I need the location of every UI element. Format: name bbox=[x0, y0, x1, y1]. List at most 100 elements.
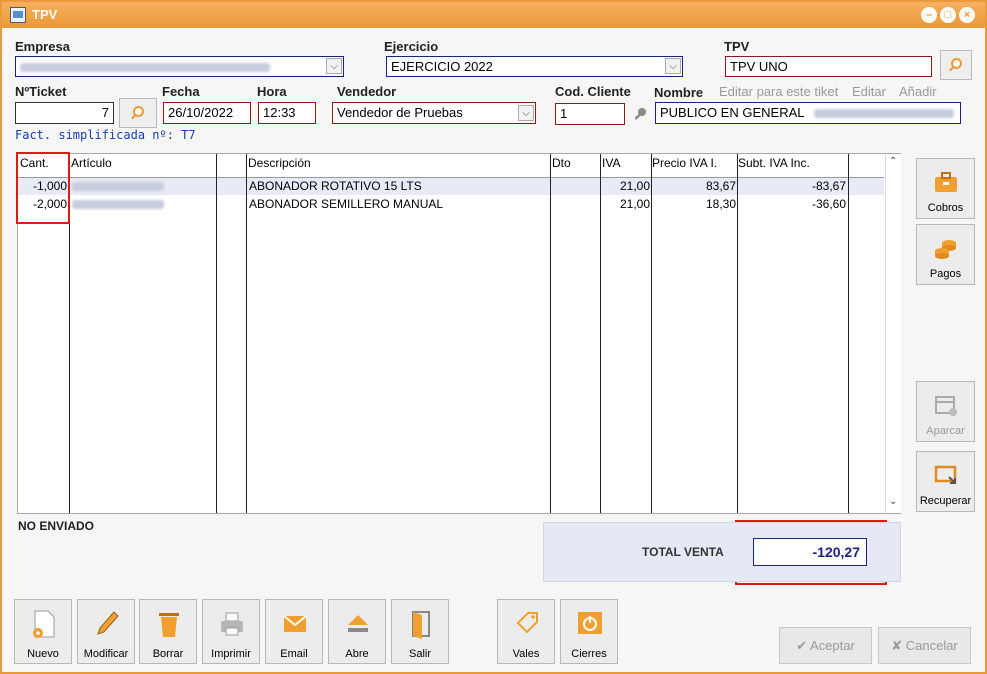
cierres-label: Cierres bbox=[571, 648, 607, 660]
title-bar: TPV – □ × bbox=[2, 2, 985, 28]
modificar-button[interactable]: Modificar bbox=[77, 599, 135, 664]
col-iva-header[interactable]: IVA bbox=[602, 156, 620, 170]
power-icon bbox=[578, 612, 602, 634]
abre-button[interactable]: Abre bbox=[328, 599, 386, 664]
cell-precio: 18,30 bbox=[705, 197, 736, 211]
cell-subtotal: -36,60 bbox=[811, 197, 846, 211]
nticket-field[interactable]: 7 bbox=[15, 102, 114, 124]
vales-label: Vales bbox=[512, 648, 540, 660]
anadir-link[interactable]: Añadir bbox=[899, 84, 937, 99]
editar-link[interactable]: Editar bbox=[852, 84, 886, 99]
trash-icon bbox=[159, 613, 179, 637]
imprimir-label: Imprimir bbox=[211, 648, 251, 660]
new-document-icon bbox=[33, 610, 55, 638]
tpv-search-button[interactable] bbox=[940, 50, 972, 80]
nombre-extra-redacted bbox=[813, 109, 954, 119]
vendedor-value: Vendedor de Pruebas bbox=[337, 105, 463, 120]
close-button[interactable]: × bbox=[959, 7, 975, 23]
salir-button[interactable]: Salir bbox=[391, 599, 449, 664]
cell-iva: 21,00 bbox=[619, 197, 650, 211]
vendedor-select[interactable]: Vendedor de Pruebas ⌵ bbox=[332, 102, 536, 124]
maximize-button[interactable]: □ bbox=[940, 7, 956, 23]
aparcar-label: Aparcar bbox=[926, 425, 965, 437]
printer-icon bbox=[221, 612, 243, 636]
key-icon[interactable] bbox=[632, 107, 648, 123]
recuperar-button[interactable]: Recuperar bbox=[916, 451, 975, 512]
ejercicio-select[interactable]: EJERCICIO 2022 ⌵ bbox=[386, 56, 683, 77]
aceptar-button[interactable]: ✔ Aceptar bbox=[779, 627, 872, 664]
nombre-label: Nombre bbox=[654, 85, 704, 100]
cell-articulo-redacted bbox=[72, 197, 164, 211]
email-button[interactable]: Email bbox=[265, 599, 323, 664]
cell-articulo-redacted bbox=[72, 179, 164, 193]
ticket-search-button[interactable] bbox=[119, 98, 157, 128]
restore-window-icon bbox=[934, 465, 957, 484]
grid-scrollbar[interactable]: ⌃ ⌄ bbox=[885, 154, 901, 513]
col-divider bbox=[550, 154, 551, 513]
chevron-down-icon[interactable]: ⌵ bbox=[518, 105, 534, 121]
nombre-field[interactable]: PUBLICO EN GENERAL bbox=[655, 102, 961, 124]
codcliente-field[interactable]: 1 bbox=[555, 103, 625, 125]
total-venta-value: -120,27 bbox=[753, 538, 867, 566]
cobros-button[interactable]: Cobros bbox=[916, 158, 975, 219]
cancelar-button[interactable]: ✘ Cancelar bbox=[878, 627, 971, 664]
col-articulo-header[interactable]: Artículo bbox=[71, 156, 112, 170]
empresa-label: Empresa bbox=[15, 39, 70, 54]
table-row[interactable]: -2,000 ABONADOR SEMILLERO MANUAL 21,00 1… bbox=[18, 196, 884, 213]
chevron-down-icon[interactable]: ⌄ bbox=[889, 496, 897, 507]
tpv-field[interactable]: TPV UNO bbox=[725, 56, 932, 77]
chevron-up-icon[interactable]: ⌃ bbox=[889, 156, 897, 167]
ejercicio-label: Ejercicio bbox=[384, 39, 439, 54]
app-icon bbox=[10, 7, 26, 23]
imprimir-button[interactable]: Imprimir bbox=[202, 599, 260, 664]
tpv-label: TPV bbox=[724, 39, 750, 54]
ejercicio-value: EJERCICIO 2022 bbox=[391, 59, 493, 74]
hora-label: Hora bbox=[257, 84, 287, 99]
recuperar-label: Recuperar bbox=[919, 495, 972, 507]
cierres-button[interactable]: Cierres bbox=[560, 599, 618, 664]
cant-highlight-box bbox=[16, 152, 70, 224]
col-divider bbox=[737, 154, 738, 513]
editar-ticket-link[interactable]: Editar para este tiket bbox=[719, 84, 838, 99]
nombre-value: PUBLICO EN GENERAL bbox=[660, 105, 805, 120]
tag-icon bbox=[516, 612, 538, 634]
table-row[interactable]: -1,000 ABONADOR ROTATIVO 15 LTS 21,00 83… bbox=[18, 178, 884, 195]
aceptar-label: Aceptar bbox=[809, 638, 855, 653]
empresa-select[interactable]: ⌵ bbox=[15, 56, 344, 77]
pagos-label: Pagos bbox=[929, 268, 962, 280]
col-divider bbox=[651, 154, 652, 513]
nuevo-button[interactable]: Nuevo bbox=[14, 599, 72, 664]
pencil-icon bbox=[97, 611, 119, 635]
minimize-button[interactable]: – bbox=[921, 7, 937, 23]
col-precio-header[interactable]: Precio IVA I. bbox=[652, 156, 717, 170]
abre-label: Abre bbox=[345, 648, 369, 660]
fact-simplificada-label: Fact. simplificada nº: T7 bbox=[15, 128, 196, 142]
col-divider bbox=[848, 154, 849, 513]
nticket-label: NºTicket bbox=[15, 84, 67, 99]
vales-button[interactable]: Vales bbox=[497, 599, 555, 664]
cobros-label: Cobros bbox=[927, 202, 964, 214]
chevron-down-icon[interactable]: ⌵ bbox=[326, 58, 342, 74]
total-venta-label: TOTAL VENTA bbox=[642, 545, 724, 559]
col-divider bbox=[216, 154, 217, 513]
col-descripcion-header[interactable]: Descripción bbox=[248, 156, 311, 170]
briefcase-icon bbox=[935, 172, 957, 192]
fecha-field[interactable]: 26/10/2022 bbox=[163, 102, 251, 124]
cell-iva: 21,00 bbox=[619, 179, 650, 193]
col-dto-header[interactable]: Dto bbox=[552, 156, 571, 170]
pagos-button[interactable]: Pagos bbox=[916, 224, 975, 285]
hora-field[interactable]: 12:33 bbox=[258, 102, 316, 124]
borrar-button[interactable]: Borrar bbox=[139, 599, 197, 664]
col-subtotal-header[interactable]: Subt. IVA Inc. bbox=[738, 156, 810, 170]
eject-icon bbox=[348, 615, 368, 632]
nuevo-label: Nuevo bbox=[27, 648, 59, 660]
salir-label: Salir bbox=[408, 648, 431, 660]
cell-subtotal: -83,67 bbox=[811, 179, 846, 193]
coins-icon bbox=[935, 240, 956, 259]
envelope-icon bbox=[283, 615, 307, 632]
codcliente-label: Cod. Cliente bbox=[555, 84, 631, 99]
status-text: NO ENVIADO bbox=[18, 519, 95, 533]
chevron-down-icon[interactable]: ⌵ bbox=[665, 58, 681, 74]
aparcar-button[interactable]: Aparcar bbox=[916, 381, 975, 442]
ticket-lines-grid[interactable]: Cant. Artículo Descripción Dto IVA Preci… bbox=[17, 153, 901, 514]
